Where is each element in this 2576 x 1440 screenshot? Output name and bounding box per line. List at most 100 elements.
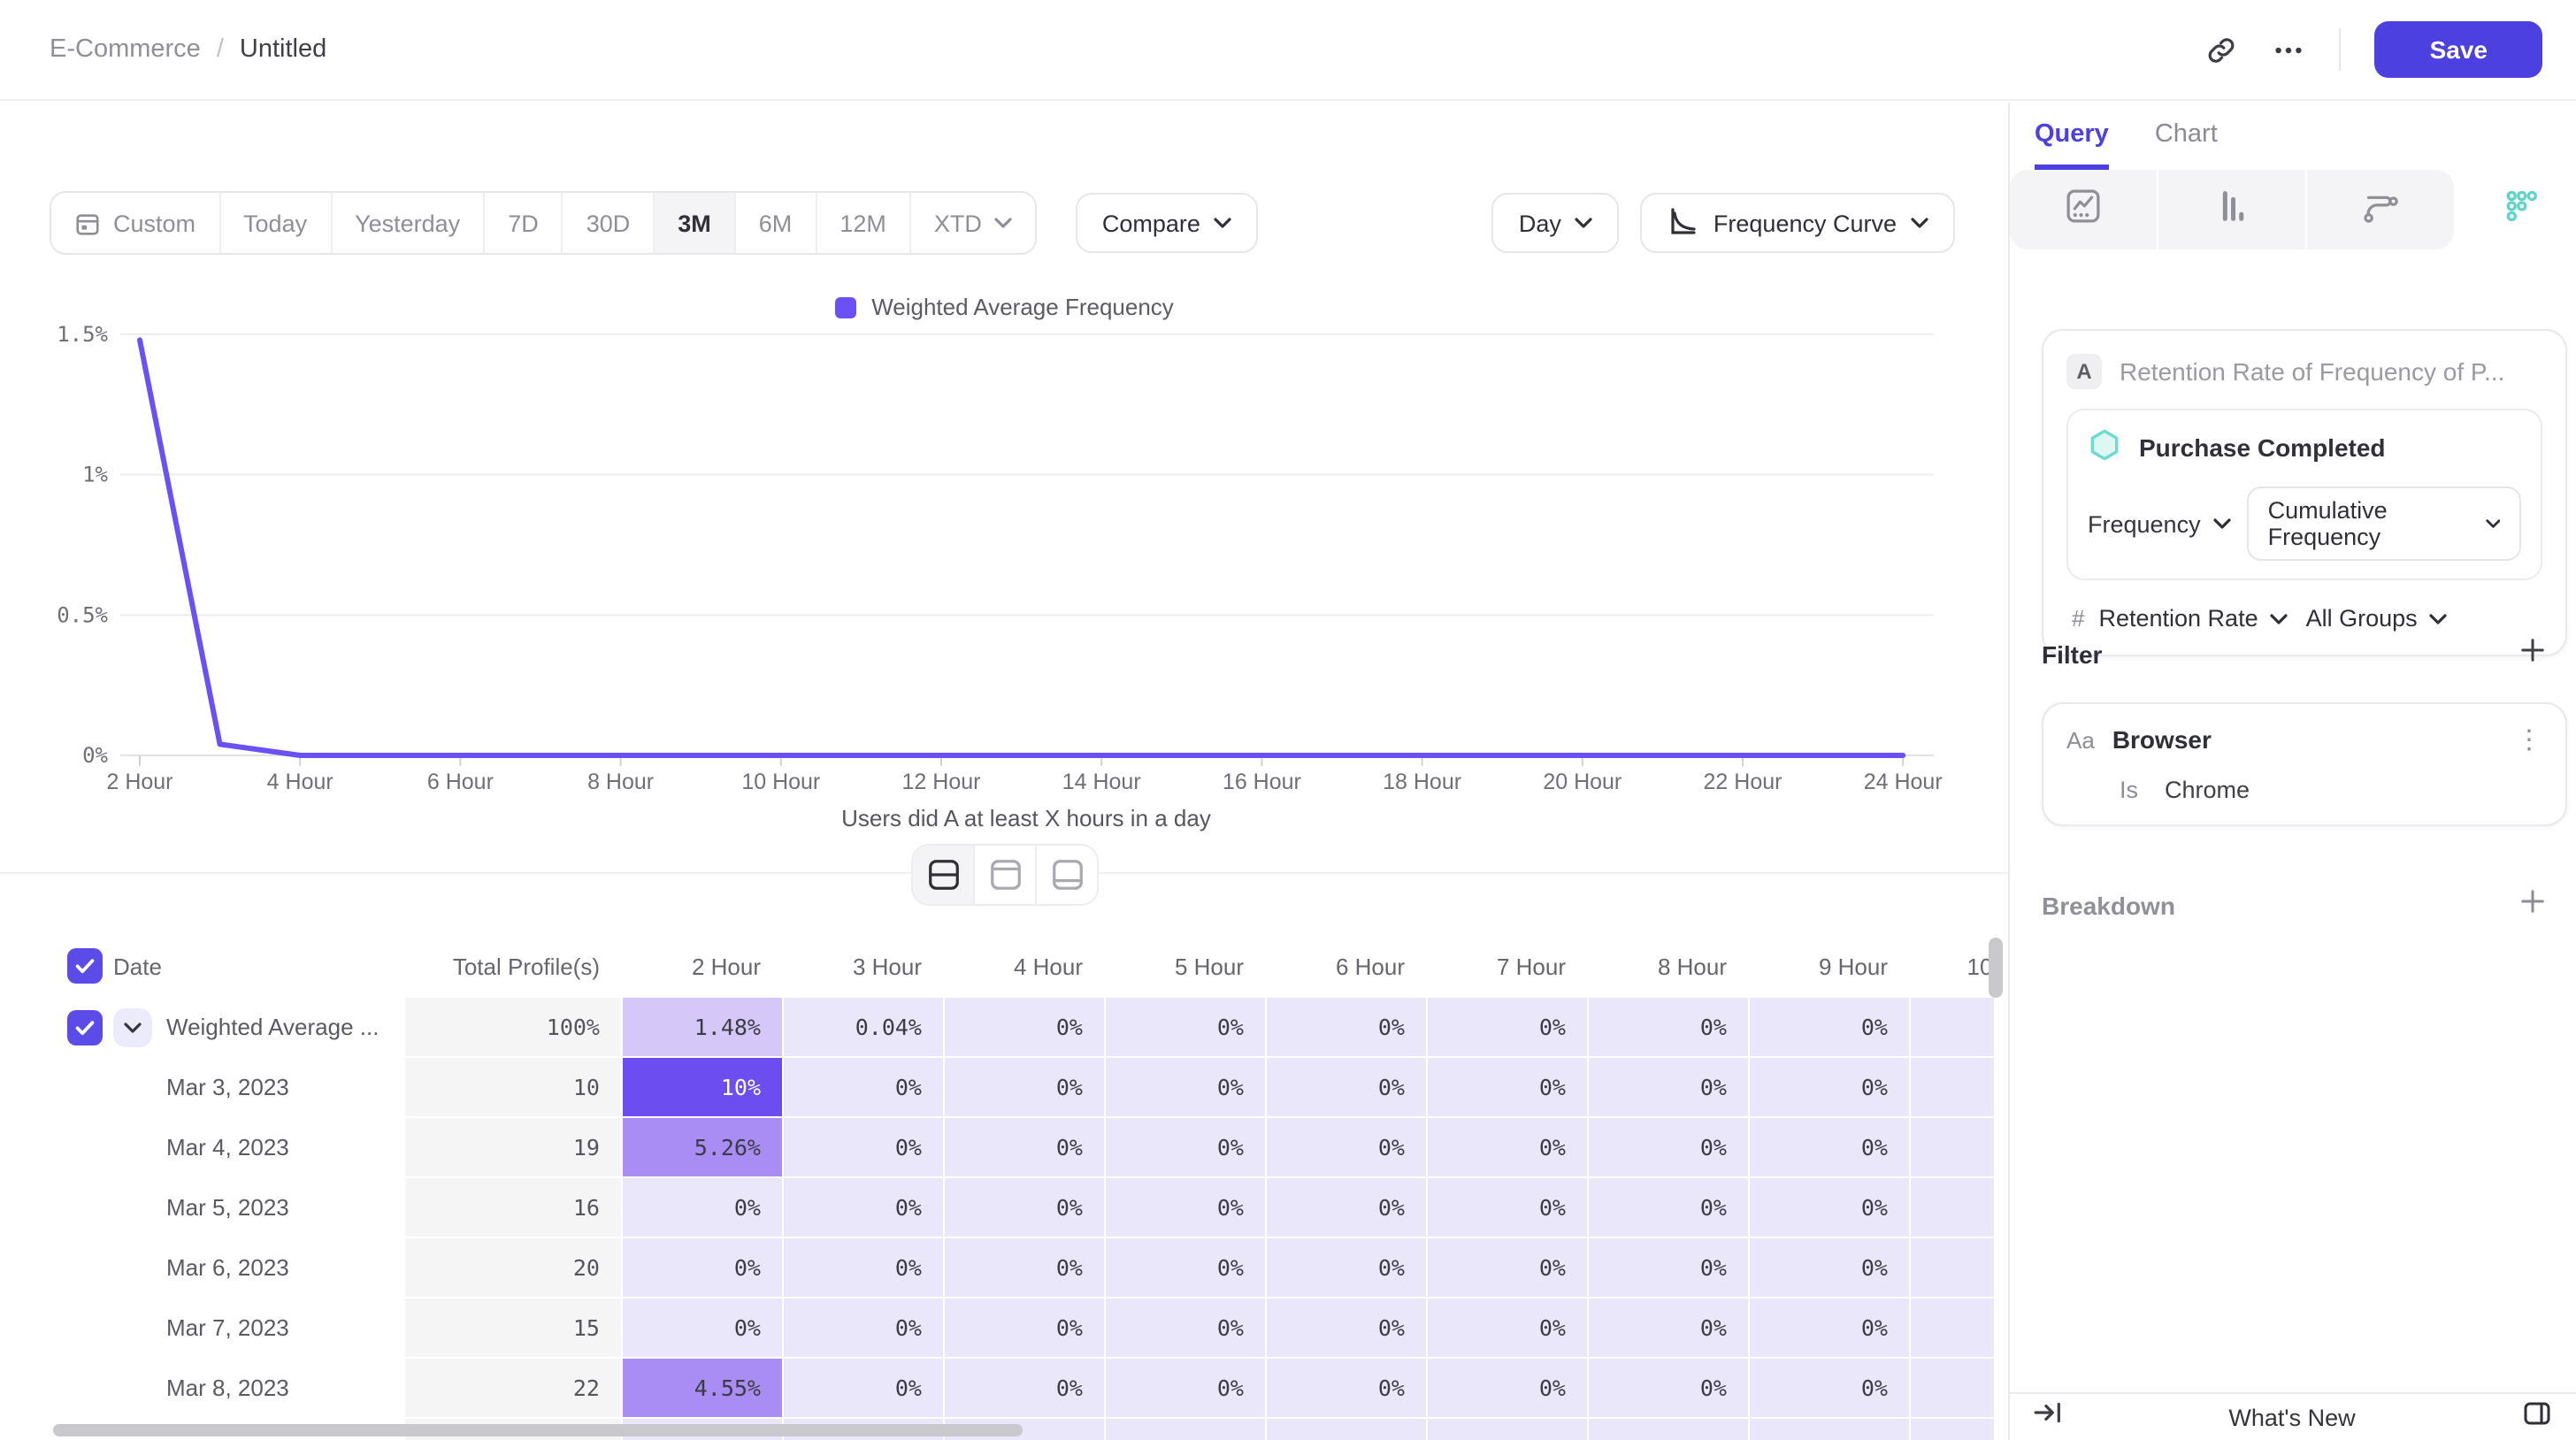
results-table: DateTotal Profile(s)2 Hour3 Hour4 Hour5 … xyxy=(53,934,1994,1440)
report-flows-tab[interactable] xyxy=(2307,170,2454,249)
heat-cell: 1.48% xyxy=(623,998,782,1056)
column-header: 3 Hour xyxy=(784,934,943,998)
row-total-cell: 16 xyxy=(405,1178,621,1237)
retention-rate-dropdown[interactable]: Retention Rate xyxy=(2098,605,2288,632)
tab-chart[interactable]: Chart xyxy=(2155,120,2218,170)
filter-operator[interactable]: Is xyxy=(2120,777,2138,803)
heat-cell: 0% xyxy=(623,1178,782,1237)
expand-row-chevron-icon[interactable] xyxy=(113,1007,152,1046)
heat-cell: 0% xyxy=(1750,1058,1909,1116)
select-all-checkbox[interactable] xyxy=(67,948,103,984)
heat-cell: 0% xyxy=(623,1238,782,1297)
breadcrumb-page-title[interactable]: Untitled xyxy=(240,35,326,64)
range-button-custom[interactable]: Custom xyxy=(51,193,220,253)
layout-toggle-group xyxy=(911,844,1099,906)
save-button[interactable]: Save xyxy=(2375,21,2542,78)
heat-cell: 0% xyxy=(1106,1058,1265,1116)
heat-cell: 0% xyxy=(784,1298,943,1357)
column-header: 9 Hour xyxy=(1750,934,1909,998)
legend-swatch xyxy=(834,296,855,318)
svg-text:14 Hour: 14 Hour xyxy=(1062,770,1141,794)
svg-text:Users did A at least X hours i: Users did A at least X hours in a day xyxy=(841,805,1211,831)
calendar-icon xyxy=(74,210,101,236)
granularity-dropdown[interactable]: Day xyxy=(1492,193,1620,253)
side-panel-toggle-icon[interactable] xyxy=(2521,1397,2553,1437)
table-horizontal-scrollbar[interactable] xyxy=(53,1424,1023,1436)
whats-new-link[interactable]: What's New xyxy=(2063,1404,2521,1430)
chart-legend: Weighted Average Frequency xyxy=(0,294,2008,320)
heat-cell xyxy=(1267,1419,1426,1440)
heat-cell: 0% xyxy=(1589,1359,1748,1417)
heat-cell: 0% xyxy=(1750,1178,1909,1237)
all-groups-label: All Groups xyxy=(2306,605,2418,632)
heat-cell: 0% xyxy=(1267,998,1426,1056)
column-header: 6 Hour xyxy=(1267,934,1426,998)
share-link-icon[interactable] xyxy=(2205,33,2239,66)
app-window: E-Commerce / Untitled Save CustomTodayYe… xyxy=(0,0,2576,1440)
column-header: 4 Hour xyxy=(945,934,1104,998)
heat-cell: 0% xyxy=(1750,1359,1909,1417)
range-button-today[interactable]: Today xyxy=(220,193,332,253)
filter-property-row[interactable]: Aa Browser ⋮ xyxy=(2066,725,2542,754)
add-breakdown-button[interactable] xyxy=(2519,888,2546,923)
report-retention-tab[interactable] xyxy=(2456,170,2576,249)
layout-table-only-button[interactable] xyxy=(1037,846,1097,904)
row-checkbox[interactable] xyxy=(67,1009,103,1045)
filter-section-header: Filter xyxy=(2042,637,2546,672)
breadcrumb-project[interactable]: E-Commerce xyxy=(50,35,201,64)
table-vertical-scrollbar[interactable] xyxy=(1989,938,2003,998)
range-label: 3M xyxy=(678,210,711,236)
heat-cell xyxy=(1106,1419,1265,1440)
frequency-line-chart[interactable]: 0%0.5%1%1.5%2 Hour4 Hour6 Hour8 Hour10 H… xyxy=(0,324,2008,837)
heat-cell: 0% xyxy=(1106,1359,1265,1417)
row-total-cell: 22 xyxy=(405,1359,621,1417)
range-button-yesterday[interactable]: Yesterday xyxy=(332,193,485,253)
heat-cell: 0% xyxy=(784,1359,943,1417)
range-label: 12M xyxy=(840,210,886,236)
range-button-3m[interactable]: 3M xyxy=(655,193,736,253)
range-button-12m[interactable]: 12M xyxy=(816,193,911,253)
filter-menu-icon[interactable]: ⋮ xyxy=(2516,726,2542,753)
collapse-panel-icon[interactable] xyxy=(2033,1398,2063,1436)
heat-cell: 0% xyxy=(1589,1298,1748,1357)
event-card: Purchase Completed Frequency Cumulative … xyxy=(2066,409,2542,580)
table-row: Mar 7, 2023150%0%0%0%0%0%0%0% xyxy=(53,1298,1994,1357)
retention-frequency-icon xyxy=(2496,185,2536,234)
svg-text:1.5%: 1.5% xyxy=(57,324,108,347)
panel-footer: What's New xyxy=(2010,1392,2576,1440)
table-row: Mar 4, 2023195.26%0%0%0%0%0%0%0% xyxy=(53,1118,1994,1176)
range-label: 30D xyxy=(586,210,631,236)
svg-text:20 Hour: 20 Hour xyxy=(1543,770,1622,794)
heat-cell: 0% xyxy=(945,1238,1104,1297)
svg-text:1%: 1% xyxy=(82,463,108,487)
add-filter-button[interactable] xyxy=(2519,637,2546,672)
range-button-7d[interactable]: 7D xyxy=(485,193,564,253)
frequency-dropdown[interactable]: Frequency xyxy=(2088,510,2231,537)
all-groups-dropdown[interactable]: All Groups xyxy=(2306,605,2448,632)
report-insights-tab[interactable] xyxy=(2010,170,2157,249)
layout-chart-only-button[interactable] xyxy=(975,846,1037,904)
filter-value[interactable]: Chrome xyxy=(2165,777,2250,803)
report-funnels-tab[interactable] xyxy=(2158,170,2305,249)
column-header: 7 Hour xyxy=(1428,934,1587,998)
range-label: 6M xyxy=(759,210,793,236)
range-button-6m[interactable]: 6M xyxy=(736,193,817,253)
frequency-label: Frequency xyxy=(2088,510,2201,537)
range-button-xtd[interactable]: XTD xyxy=(911,193,1035,253)
layout-split-view-button[interactable] xyxy=(913,846,975,904)
compare-button[interactable]: Compare xyxy=(1076,193,1259,253)
row-date-label: Mar 6, 2023 xyxy=(166,1254,289,1281)
cumulative-frequency-dropdown[interactable]: Cumulative Frequency xyxy=(2247,486,2521,561)
heat-cell: 0% xyxy=(1267,1238,1426,1297)
tab-query[interactable]: Query xyxy=(2035,120,2109,170)
heat-cell xyxy=(1750,1419,1909,1440)
more-options-icon[interactable] xyxy=(2273,33,2306,66)
svg-text:12 Hour: 12 Hour xyxy=(902,770,981,794)
row-date-label: Mar 5, 2023 xyxy=(166,1194,289,1221)
range-button-30d[interactable]: 30D xyxy=(564,193,656,253)
query-title-input[interactable]: Retention Rate of Frequency of P... xyxy=(2120,357,2504,386)
svg-text:4 Hour: 4 Hour xyxy=(267,770,334,794)
event-row[interactable]: Purchase Completed xyxy=(2088,428,2521,467)
event-name: Purchase Completed xyxy=(2139,433,2386,462)
chart-style-dropdown[interactable]: Frequency Curve xyxy=(1641,193,1955,253)
